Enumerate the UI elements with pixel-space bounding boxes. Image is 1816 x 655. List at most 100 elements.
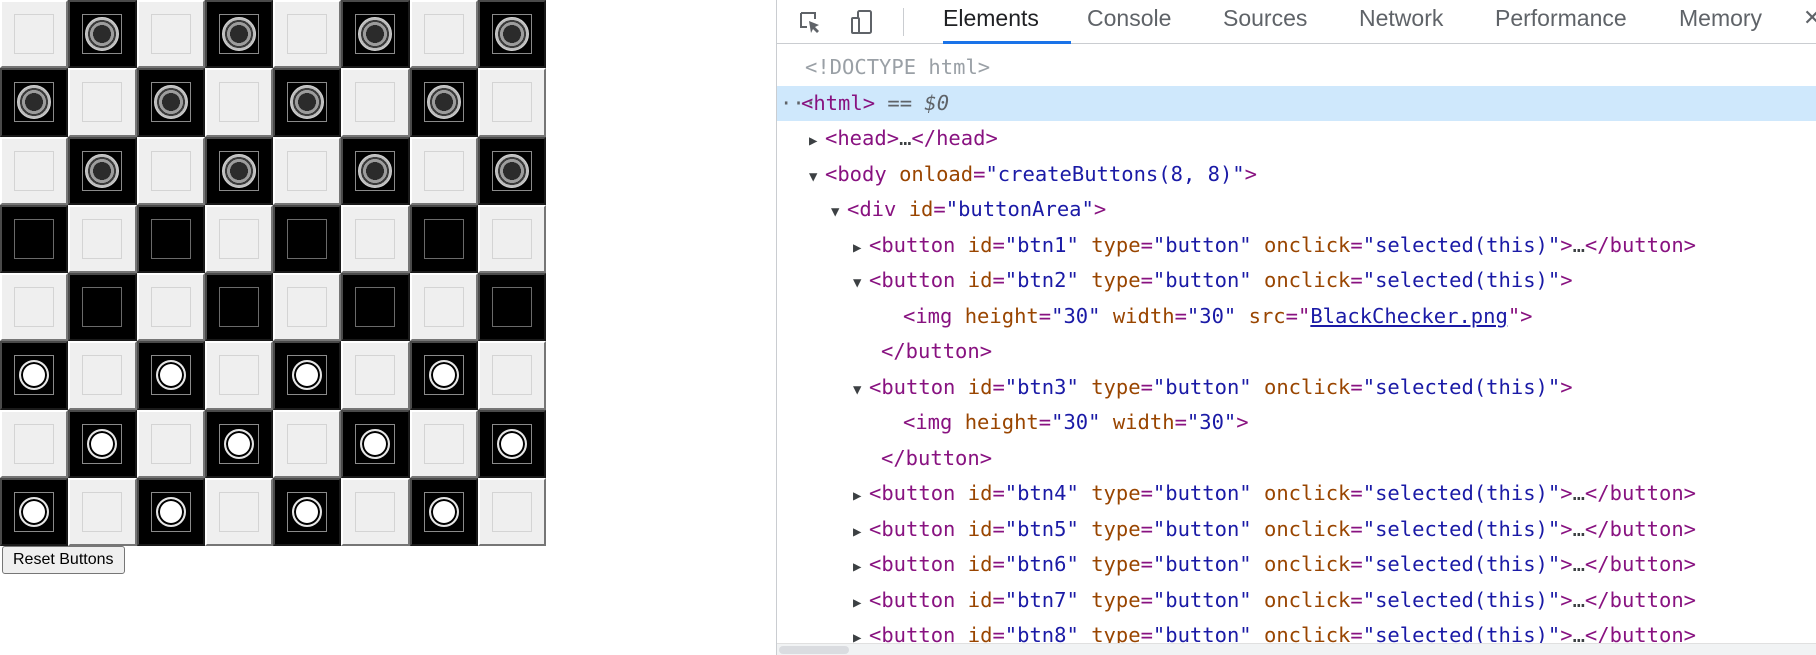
board-square-51[interactable] [136,409,205,478]
tab-memory[interactable]: Memory [1679,0,1762,44]
close-icon[interactable]: ✕ [1803,0,1816,36]
board-square-13[interactable] [273,68,342,137]
board-square-26[interactable] [68,204,137,273]
board-square-57[interactable] [0,477,69,546]
board-square-40[interactable] [477,273,546,342]
board-square-7[interactable] [409,0,478,69]
horizontal-scrollbar[interactable] [777,643,1816,655]
board-square-21[interactable] [273,136,342,205]
tab-network[interactable]: Network [1359,0,1443,44]
board-square-49[interactable] [0,409,69,478]
board-square-34[interactable] [68,273,137,342]
board-square-11[interactable] [136,68,205,137]
board-square-46[interactable] [341,341,410,410]
board-square-62[interactable] [341,477,410,546]
expand-arrow-icon[interactable]: ▶ [853,586,869,622]
board-square-56[interactable] [477,409,546,478]
tab-console[interactable]: Console [1087,0,1171,44]
dom-doctype-row[interactable]: <!DOCTYPE html> [777,50,1816,86]
tab-sources[interactable]: Sources [1223,0,1307,44]
board-square-15[interactable] [409,68,478,137]
board-square-42[interactable] [68,341,137,410]
board-square-33[interactable] [0,273,69,342]
board-square-2[interactable] [68,0,137,69]
collapse-arrow-icon[interactable]: ▼ [809,160,825,196]
board-square-3[interactable] [136,0,205,69]
expand-arrow-icon[interactable]: ▶ [809,124,825,160]
dom-button-close-row[interactable]: </button> [777,441,1816,477]
dom-img-row[interactable]: <img height="30" width="30"> [777,405,1816,441]
board-square-6[interactable] [341,0,410,69]
board-square-47[interactable] [409,341,478,410]
board-square-36[interactable] [204,273,273,342]
board-square-41[interactable] [0,341,69,410]
dom-img-row[interactable]: <img height="30" width="30" src="BlackCh… [777,299,1816,335]
board-square-9[interactable] [0,68,69,137]
board-square-44[interactable] [204,341,273,410]
board-square-19[interactable] [136,136,205,205]
board-square-55[interactable] [409,409,478,478]
collapse-arrow-icon[interactable]: ▼ [853,266,869,302]
board-square-12[interactable] [204,68,273,137]
tab-performance[interactable]: Performance [1495,0,1627,44]
dom-head-row[interactable]: ▶ <head>…</head> [777,121,1816,157]
board-square-4[interactable] [204,0,273,69]
device-toolbar-icon[interactable] [849,9,875,35]
board-square-32[interactable] [477,204,546,273]
board-square-27[interactable] [136,204,205,273]
board-square-17[interactable] [0,136,69,205]
board-square-24[interactable] [477,136,546,205]
reset-buttons-button[interactable]: Reset Buttons [2,546,125,574]
board-square-1[interactable] [0,0,69,69]
expand-arrow-icon[interactable]: ▶ [853,231,869,267]
board-square-63[interactable] [409,477,478,546]
board-square-39[interactable] [409,273,478,342]
board-square-14[interactable] [341,68,410,137]
board-square-45[interactable] [273,341,342,410]
board-square-48[interactable] [477,341,546,410]
dom-html-row[interactable]: ··· <html> == $0 [777,85,1816,121]
board-square-64[interactable] [477,477,546,546]
board-square-16[interactable] [477,68,546,137]
dom-body-row[interactable]: ▼ <body onload="createButtons(8, 8)"> [777,157,1816,193]
board-square-22[interactable] [341,136,410,205]
dom-button-row[interactable]: ▼ <button id="btn3" type="button" onclick… [777,370,1816,406]
board-square-20[interactable] [204,136,273,205]
board-square-61[interactable] [273,477,342,546]
collapse-arrow-icon[interactable]: ▼ [831,195,847,231]
board-square-31[interactable] [409,204,478,273]
inspect-element-icon[interactable] [797,9,823,35]
board-square-30[interactable] [341,204,410,273]
dom-button-row[interactable]: ▶ <button id="btn4" type="button" onclick… [777,476,1816,512]
board-square-18[interactable] [68,136,137,205]
board-square-50[interactable] [68,409,137,478]
board-square-5[interactable] [273,0,342,69]
tab-elements[interactable]: Elements [943,0,1039,44]
board-square-35[interactable] [136,273,205,342]
board-square-25[interactable] [0,204,69,273]
expand-arrow-icon[interactable]: ▶ [853,550,869,586]
board-square-54[interactable] [341,409,410,478]
board-square-43[interactable] [136,341,205,410]
board-square-37[interactable] [273,273,342,342]
board-square-28[interactable] [204,204,273,273]
board-square-23[interactable] [409,136,478,205]
dom-button-row[interactable]: ▶ <button id="btn7" type="button" onclick… [777,583,1816,619]
dom-button-row[interactable]: ▼ <button id="btn2" type="button" onclick… [777,263,1816,299]
board-square-60[interactable] [204,477,273,546]
board-square-59[interactable] [136,477,205,546]
collapse-arrow-icon[interactable]: ▼ [853,373,869,409]
dom-button-row[interactable]: ▶ <button id="btn1" type="button" onclick… [777,228,1816,264]
expand-arrow-icon[interactable]: ▶ [853,515,869,551]
board-square-58[interactable] [68,477,137,546]
dom-button-close-row[interactable]: </button> [777,334,1816,370]
board-square-38[interactable] [341,273,410,342]
dom-button-row[interactable]: ▶ <button id="btn6" type="button" onclick… [777,547,1816,583]
dom-button-row[interactable]: ▶ <button id="btn5" type="button" onclick… [777,512,1816,548]
board-square-53[interactable] [273,409,342,478]
dom-div-row[interactable]: ▼ <div id="buttonArea"> [777,192,1816,228]
board-square-10[interactable] [68,68,137,137]
board-square-52[interactable] [204,409,273,478]
expand-arrow-icon[interactable]: ▶ [853,479,869,515]
board-square-29[interactable] [273,204,342,273]
